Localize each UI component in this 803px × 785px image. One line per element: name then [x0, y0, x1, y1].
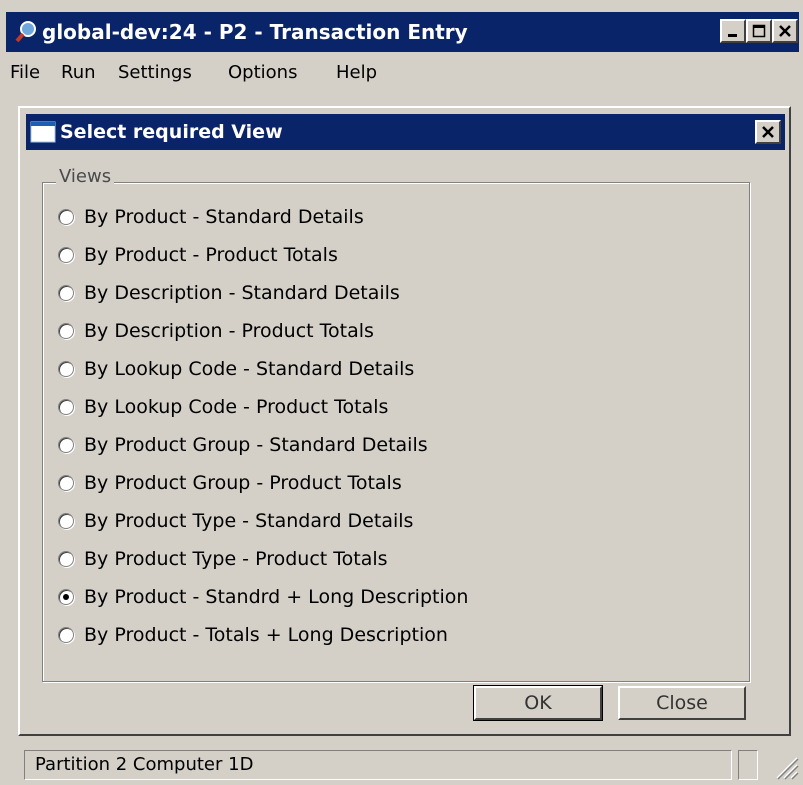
view-option[interactable]: By Description - Product Totals: [58, 316, 374, 346]
radio-button[interactable]: [58, 247, 74, 263]
view-option[interactable]: By Lookup Code - Product Totals: [58, 392, 388, 422]
maximize-button[interactable]: [746, 19, 772, 43]
menu-help[interactable]: Help: [336, 56, 377, 90]
radio-button[interactable]: [58, 209, 74, 225]
view-option[interactable]: By Product Group - Product Totals: [58, 468, 402, 498]
radio-button[interactable]: [58, 589, 74, 605]
window-title-bar[interactable]: global-dev:24 - P2 - Transaction Entry: [6, 12, 799, 52]
dialog-close-button[interactable]: [755, 120, 781, 144]
magnifier-app-icon: [15, 21, 36, 43]
radio-button[interactable]: [58, 437, 74, 453]
maximize-icon: [752, 24, 766, 38]
menu-file[interactable]: File: [10, 56, 40, 90]
view-option[interactable]: By Lookup Code - Standard Details: [58, 354, 414, 384]
view-option-label: By Product Type - Standard Details: [84, 510, 414, 532]
minimize-button[interactable]: [720, 19, 746, 43]
view-option-label: By Lookup Code - Standard Details: [84, 358, 415, 380]
radio-button[interactable]: [58, 399, 74, 415]
main-window: global-dev:24 - P2 - Transaction Entry F…: [0, 0, 803, 785]
window-close-button[interactable]: [772, 19, 798, 43]
radio-button[interactable]: [58, 551, 74, 567]
status-bar: Partition 2 Computer 1D: [24, 750, 799, 780]
view-option-label: By Product - Totals + Long Description: [84, 624, 448, 646]
view-option[interactable]: By Product Type - Product Totals: [58, 544, 388, 574]
dialog-title: Select required View: [60, 121, 283, 143]
status-text: Partition 2 Computer 1D: [24, 750, 732, 780]
window-icon: [30, 121, 56, 143]
radio-button[interactable]: [58, 323, 74, 339]
view-option[interactable]: By Product - Standrd + Long Description: [58, 582, 468, 612]
view-option-label: By Product - Standrd + Long Description: [84, 586, 469, 608]
view-option[interactable]: By Description - Standard Details: [58, 278, 400, 308]
status-panel-empty: [738, 750, 758, 780]
view-option-label: By Product - Product Totals: [84, 244, 338, 266]
close-icon: [779, 25, 791, 37]
close-button[interactable]: Close: [618, 686, 746, 720]
view-option[interactable]: By Product Type - Standard Details: [58, 506, 413, 536]
view-option[interactable]: By Product - Product Totals: [58, 240, 338, 270]
radio-button[interactable]: [58, 627, 74, 643]
ok-button[interactable]: OK: [473, 685, 603, 721]
select-view-dialog: Select required View Views By Product - …: [18, 106, 791, 736]
close-icon: [762, 126, 774, 138]
dialog-title-bar[interactable]: Select required View: [26, 114, 785, 150]
view-option-label: By Product Group - Standard Details: [84, 434, 428, 456]
view-option[interactable]: By Product - Totals + Long Description: [58, 620, 448, 650]
menu-run[interactable]: Run: [61, 56, 96, 90]
view-option-label: By Lookup Code - Product Totals: [84, 396, 389, 418]
view-option-label: By Description - Standard Details: [84, 282, 400, 304]
resize-grip-icon[interactable]: [769, 750, 799, 780]
menu-bar: File Run Settings Options Help: [6, 56, 799, 90]
radio-button[interactable]: [58, 361, 74, 377]
view-option-label: By Product - Standard Details: [84, 206, 364, 228]
radio-button[interactable]: [58, 475, 74, 491]
view-option[interactable]: By Product - Standard Details: [58, 202, 364, 232]
radio-button[interactable]: [58, 285, 74, 301]
menu-settings[interactable]: Settings: [118, 56, 192, 90]
view-option[interactable]: By Product Group - Standard Details: [58, 430, 428, 460]
view-option-label: By Description - Product Totals: [84, 320, 374, 342]
radio-button[interactable]: [58, 513, 74, 529]
view-option-label: By Product Group - Product Totals: [84, 472, 402, 494]
window-title: global-dev:24 - P2 - Transaction Entry: [42, 20, 468, 44]
minimize-icon: [728, 34, 737, 37]
view-option-label: By Product Type - Product Totals: [84, 548, 388, 570]
menu-options[interactable]: Options: [228, 56, 297, 90]
views-group-label: Views: [56, 166, 115, 188]
